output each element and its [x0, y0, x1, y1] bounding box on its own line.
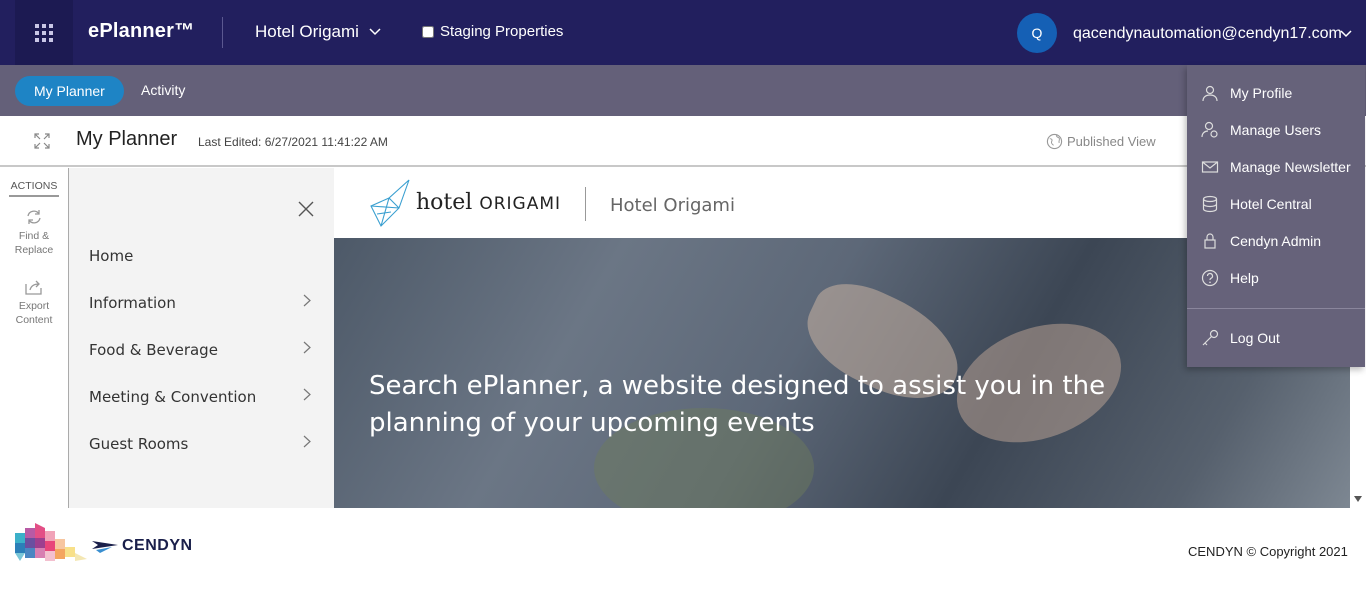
- menu-item-manage-newsletter[interactable]: Manage Newsletter: [1201, 158, 1351, 176]
- cendyn-arrow-icon: [92, 541, 118, 553]
- logo-word-hotel: hotel: [416, 190, 473, 215]
- menu-item-food-beverage[interactable]: Food & Beverage: [89, 341, 218, 359]
- menu-item-help[interactable]: Help: [1201, 269, 1259, 287]
- find-replace-label-1: Find &: [18, 230, 50, 242]
- globe-icon: [1046, 133, 1063, 150]
- brand-name: ePlanner™: [88, 20, 195, 42]
- cendyn-wordmark: CENDYN: [122, 537, 193, 554]
- grid-icon: [35, 23, 53, 42]
- divider: [1187, 308, 1365, 309]
- last-edited-timestamp: Last Edited: 6/27/2021 11:41:22 AM: [198, 135, 388, 149]
- origami-crane-logo: [370, 179, 410, 227]
- user-settings-icon: [1201, 121, 1218, 138]
- mail-icon: [1201, 161, 1219, 173]
- chevron-right-icon[interactable]: [303, 341, 311, 354]
- divider: [222, 17, 223, 48]
- user-menu-dropdown: [1187, 65, 1365, 367]
- footer: [0, 508, 1366, 613]
- database-icon: [1202, 195, 1218, 213]
- menu-item-log-out[interactable]: Log Out: [1201, 329, 1280, 347]
- title-row: My Planner Last Edited: 6/27/2021 11:41:…: [0, 116, 1366, 167]
- menu-item-meeting-convention[interactable]: Meeting & Convention: [89, 388, 256, 406]
- menu-item-label: My Profile: [1230, 85, 1293, 101]
- hero-line-2: planning of your upcoming events: [369, 408, 815, 438]
- user-icon: [1202, 85, 1218, 102]
- key-icon: [1202, 329, 1219, 346]
- refresh-icon: [27, 210, 41, 224]
- avatar[interactable]: Q: [1017, 13, 1057, 53]
- hotel-logo-text: hotel ORIGAMI: [416, 190, 561, 215]
- menu-item-my-profile[interactable]: My Profile: [1201, 84, 1292, 102]
- export-content-button[interactable]: Export Content: [4, 278, 64, 327]
- menu-item-label: Hotel Central: [1230, 196, 1312, 212]
- staging-properties-toggle[interactable]: Staging Properties: [422, 23, 563, 40]
- menu-item-label: Manage Newsletter: [1230, 159, 1351, 175]
- divider: [585, 187, 586, 221]
- chevron-right-icon[interactable]: [303, 388, 311, 401]
- sub-navigation: My Planner Activity: [0, 65, 1366, 116]
- chevron-right-icon[interactable]: [303, 435, 311, 448]
- menu-item-manage-users[interactable]: Manage Users: [1201, 121, 1321, 139]
- site-hotel-name: Hotel Origami: [610, 195, 735, 216]
- user-email[interactable]: qacendynautomation@cendyn17.com: [1073, 25, 1342, 43]
- menu-item-cendyn-admin[interactable]: Cendyn Admin: [1201, 232, 1321, 250]
- published-view-link[interactable]: Published View: [1046, 133, 1156, 150]
- hotel-selector[interactable]: Hotel Origami: [255, 22, 381, 42]
- staging-label: Staging Properties: [440, 23, 564, 40]
- published-view-label: Published View: [1067, 134, 1156, 149]
- chevron-down-icon[interactable]: [1339, 29, 1353, 39]
- logo-word-origami: ORIGAMI: [479, 194, 562, 214]
- top-bar: ePlanner™ Hotel Origami Staging Properti…: [0, 0, 1366, 65]
- export-label-1: Export: [18, 300, 50, 312]
- menu-item-guest-rooms[interactable]: Guest Rooms: [89, 435, 188, 453]
- tab-activity[interactable]: Activity: [141, 82, 185, 98]
- lock-icon: [1204, 233, 1216, 249]
- export-label-2: Content: [15, 314, 53, 326]
- find-replace-label-2: Replace: [14, 244, 54, 256]
- hero-line-1: Search ePlanner, a website designed to a…: [369, 371, 1106, 401]
- scroll-down-arrow-icon[interactable]: [1354, 496, 1362, 502]
- hotel-selector-label: Hotel Origami: [255, 22, 359, 41]
- chevron-down-icon: [369, 28, 381, 36]
- actions-title: ACTIONS: [9, 180, 59, 197]
- menu-item-hotel-central[interactable]: Hotel Central: [1201, 195, 1312, 213]
- export-icon: [25, 280, 42, 295]
- staging-checkbox[interactable]: [422, 25, 434, 38]
- menu-item-home[interactable]: Home: [89, 247, 133, 265]
- site-menu-panel: [69, 168, 334, 508]
- close-icon[interactable]: [297, 200, 315, 218]
- menu-item-label: Manage Users: [1230, 122, 1322, 138]
- cendyn-brand: CENDYN: [92, 537, 193, 555]
- menu-item-information[interactable]: Information: [89, 294, 176, 312]
- app-grid-button[interactable]: [15, 0, 73, 65]
- find-replace-button[interactable]: Find & Replace: [4, 208, 64, 257]
- menu-item-label: Cendyn Admin: [1230, 233, 1322, 249]
- help-icon: [1201, 269, 1219, 287]
- tab-my-planner[interactable]: My Planner: [15, 76, 124, 106]
- menu-item-label: Help: [1230, 270, 1259, 286]
- expand-icon[interactable]: [33, 132, 51, 150]
- hero-headline: Search ePlanner, a website designed to a…: [369, 368, 1149, 442]
- cendyn-mosaic-logo: [15, 523, 87, 561]
- actions-column: ACTIONS Find & Replace Export Content: [0, 168, 69, 508]
- page-title: My Planner: [76, 128, 178, 150]
- chevron-right-icon[interactable]: [303, 294, 311, 307]
- copyright-text: CENDYN © Copyright 2021: [1188, 544, 1348, 559]
- menu-item-label: Log Out: [1230, 330, 1280, 346]
